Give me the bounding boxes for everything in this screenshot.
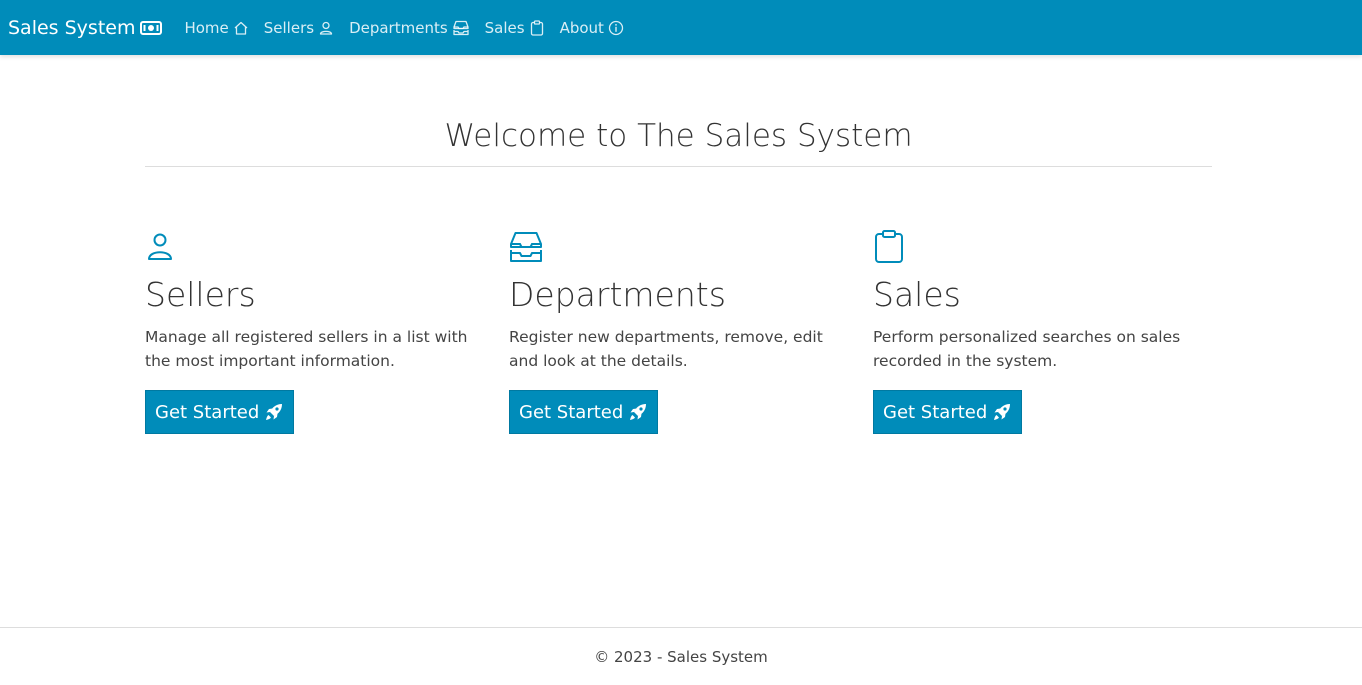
cash-icon <box>140 20 163 35</box>
nav-item-sellers[interactable]: Sellers <box>264 19 334 37</box>
info-circle-icon <box>608 20 624 35</box>
navbar: Sales System Home Sellers Departments Sa… <box>0 0 1362 55</box>
button-label: Get Started <box>155 401 260 423</box>
rocket-icon <box>266 404 283 420</box>
card-description: Register new departments, remove, edit a… <box>509 328 823 370</box>
nav-item-label: Home <box>184 18 229 37</box>
get-started-sales-button[interactable]: Get Started <box>873 390 1023 434</box>
card-description: Manage all registered sellers in a list … <box>145 328 468 370</box>
rocket-icon <box>630 404 647 420</box>
card-title: Sales <box>873 275 961 314</box>
nav-item-label: Departments <box>349 18 448 37</box>
title-divider <box>145 166 1212 167</box>
brand-label: Sales System <box>8 16 136 39</box>
get-started-sellers-button[interactable]: Get Started <box>145 390 295 434</box>
clipboard-icon <box>530 19 543 36</box>
footer-text: © 2023 - Sales System <box>594 648 768 666</box>
clipboard-icon <box>875 230 903 263</box>
nav-item-label: Sellers <box>263 18 315 37</box>
nav-item-label: Sales <box>484 18 525 37</box>
card-title: Sellers <box>145 275 256 314</box>
card-sales: Sales Perform personalized searches on s… <box>873 230 1218 434</box>
page-title: Welcome to The Sales System <box>444 118 913 154</box>
house-icon <box>234 21 248 35</box>
card-departments: Departments Register new departments, re… <box>509 230 854 434</box>
nav-item-label: About <box>559 18 604 37</box>
person-icon <box>319 21 333 35</box>
brand-link[interactable]: Sales System <box>8 16 163 39</box>
nav-item-home[interactable]: Home <box>184 19 248 37</box>
nav-item-sales[interactable]: Sales <box>485 19 545 37</box>
get-started-departments-button[interactable]: Get Started <box>509 390 659 434</box>
footer-divider <box>0 627 1362 628</box>
card-description: Perform personalized searches on sales r… <box>873 328 1181 370</box>
card-title: Departments <box>509 275 726 314</box>
person-icon <box>148 233 172 260</box>
button-label: Get Started <box>519 401 624 423</box>
nav-item-about[interactable]: About <box>560 19 624 37</box>
rocket-icon <box>994 404 1011 420</box>
nav-item-departments[interactable]: Departments <box>349 19 470 37</box>
inboxes-icon <box>453 20 469 35</box>
button-label: Get Started <box>883 401 988 423</box>
card-sellers: Sellers Manage all registered sellers in… <box>145 230 490 434</box>
inboxes-icon <box>510 232 542 262</box>
